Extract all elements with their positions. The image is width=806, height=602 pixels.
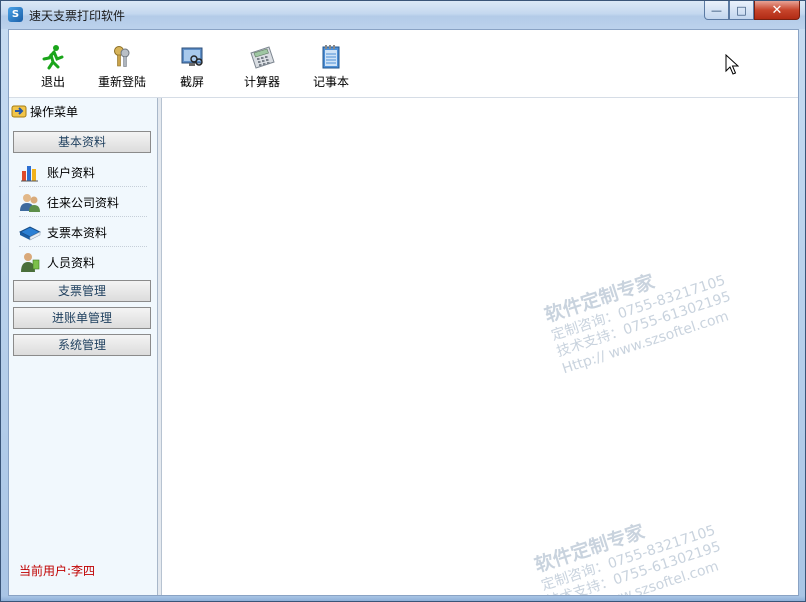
toolbar-label: 截屏 [179, 75, 204, 89]
toolbar-label: 退出 [40, 75, 65, 89]
sidebar-item-account-info[interactable]: 账户资料 [19, 158, 147, 187]
bar-chart-icon [21, 166, 38, 182]
toolbar-label: 重新登陆 [97, 75, 146, 89]
book-icon [19, 226, 41, 241]
menu-header-label: 操作菜单 [30, 104, 79, 119]
group-check-management[interactable]: 支票管理 [13, 280, 151, 302]
sidebar-item-label: 往来公司资料 [47, 195, 120, 210]
minimize-button[interactable]: — [704, 1, 729, 20]
mouse-cursor-icon [725, 54, 739, 75]
sidebar-item-label: 账户资料 [47, 165, 96, 180]
screenshot-icon [181, 47, 203, 66]
users-icon [20, 194, 40, 212]
window-controls: — □ ✕ [704, 1, 800, 21]
running-man-icon [42, 45, 64, 70]
title-bar[interactable]: S 速天支票打印软件 — □ ✕ [1, 1, 805, 29]
maximize-button[interactable]: □ [729, 1, 754, 20]
watermark: 软件定制专家 定制咨询：0755-83217105 技术支持：0755-6130… [542, 270, 733, 378]
relogin-button[interactable]: 重新登陆 [92, 44, 152, 90]
exit-button[interactable]: 退出 [23, 44, 83, 90]
screenshot-button[interactable]: 截屏 [162, 44, 222, 90]
menu-header: 操作菜单 [11, 102, 78, 120]
close-button[interactable]: ✕ [754, 1, 800, 20]
sidebar-item-label: 支票本资料 [47, 225, 108, 240]
main-content-area: 软件定制专家 定制咨询：0755-83217105 技术支持：0755-6130… [162, 98, 798, 595]
group-basic-info[interactable]: 基本资料 [13, 131, 151, 153]
sidebar-item-personnel[interactable]: 人员资料 [19, 248, 147, 276]
watermark: 软件定制专家 定制咨询：0755-83217105 技术支持：0755-6130… [532, 520, 723, 595]
sidebar-item-checkbook[interactable]: 支票本资料 [19, 218, 147, 247]
calculator-icon [250, 46, 275, 69]
person-icon [21, 253, 40, 272]
current-user-label: 当前用户:李四 [19, 564, 96, 578]
window-title: 速天支票打印软件 [29, 9, 126, 23]
toolbar-label: 记事本 [312, 75, 349, 89]
menu-arrow-icon [11, 105, 27, 118]
sidebar-item-label: 人员资料 [47, 255, 96, 270]
keys-icon [114, 46, 130, 67]
notepad-button[interactable]: 记事本 [301, 44, 361, 90]
window-bottom-border [1, 596, 805, 601]
toolbar: 退出 重新登陆 截屏 计算器 记事本 [9, 30, 798, 98]
sidebar-item-partner-company[interactable]: 往来公司资料 [19, 188, 147, 217]
app-window: S 速天支票打印软件 — □ ✕ 退出 重新登陆 截屏 计算器 记事本 操作菜单… [0, 0, 806, 602]
calculator-button[interactable]: 计算器 [232, 44, 292, 90]
app-icon: S [8, 7, 23, 22]
sidebar-menu: 操作菜单 基本资料 账户资料 往来公司资料 支票本资料 人员资料 支票管理 进账… [9, 98, 158, 595]
group-deposit-slip-management[interactable]: 进账单管理 [13, 307, 151, 329]
client-area: 退出 重新登陆 截屏 计算器 记事本 操作菜单 基本资料 账户资料 往来公司资料… [8, 29, 799, 596]
toolbar-label: 计算器 [243, 75, 280, 89]
group-system-management[interactable]: 系统管理 [13, 334, 151, 356]
notepad-icon [322, 45, 340, 69]
